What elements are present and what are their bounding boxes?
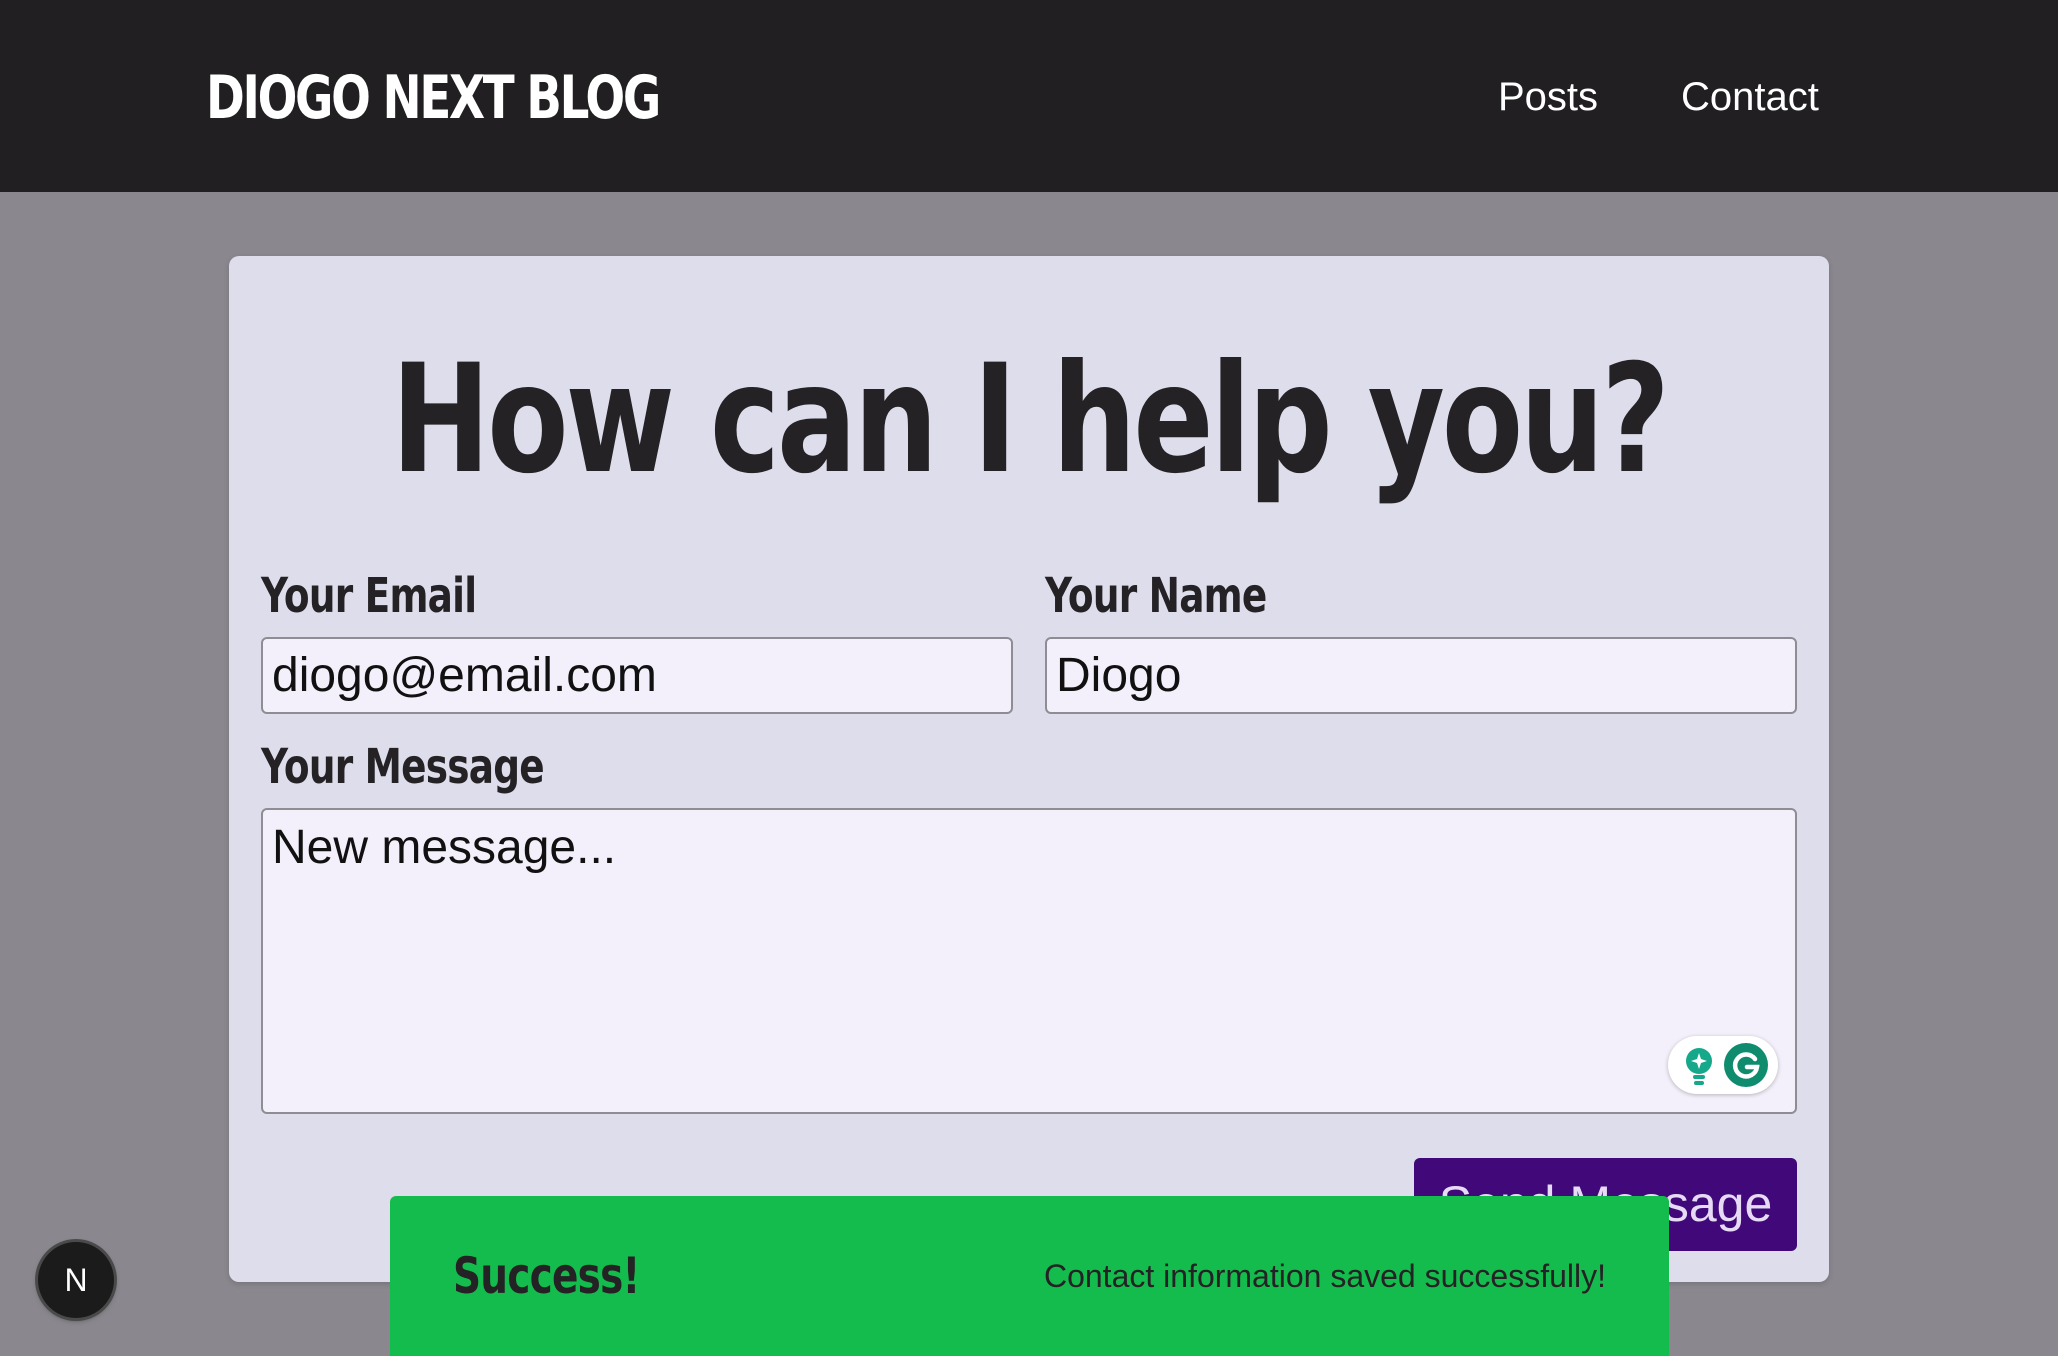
message-label: Your Message xyxy=(261,739,545,795)
name-label: Your Name xyxy=(1045,568,1267,624)
success-notification: Success! Contact information saved succe… xyxy=(390,1196,1669,1356)
nav-link-posts[interactable]: Posts xyxy=(1498,70,1598,124)
notification-title: Success! xyxy=(453,1247,640,1305)
grammarly-widget[interactable] xyxy=(1668,1036,1778,1094)
notification-message: Contact information saved successfully! xyxy=(1043,1258,1606,1294)
page-title: How can I help you? xyxy=(391,333,1670,507)
site-header: DIOGO NEXT BLOG Posts Contact xyxy=(0,0,2058,192)
email-label: Your Email xyxy=(261,568,477,624)
lightbulb-icon[interactable] xyxy=(1682,1046,1716,1086)
grammarly-logo-icon[interactable] xyxy=(1724,1043,1768,1087)
nav-link-contact[interactable]: Contact xyxy=(1681,70,1819,124)
site-logo[interactable]: DIOGO NEXT BLOG xyxy=(206,56,661,140)
name-input[interactable] xyxy=(1045,637,1797,714)
nextjs-dev-badge-icon[interactable]: N xyxy=(38,1242,114,1318)
email-input[interactable] xyxy=(261,637,1013,714)
message-textarea[interactable]: New message... xyxy=(261,808,1797,1114)
